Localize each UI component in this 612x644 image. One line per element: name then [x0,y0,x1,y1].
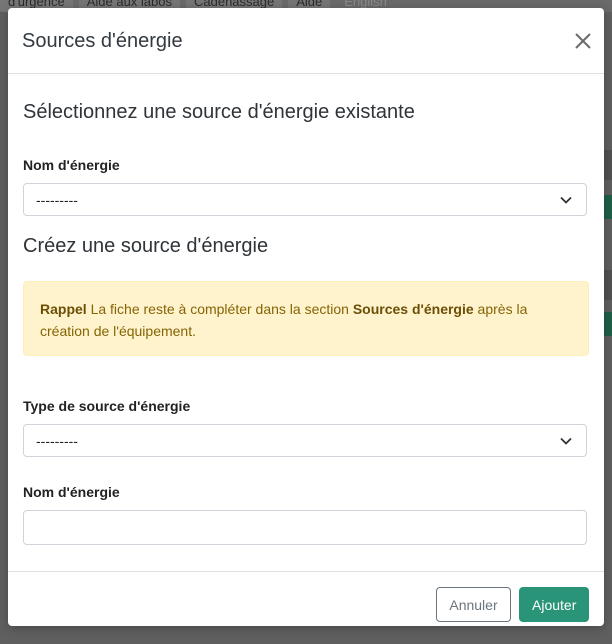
alert-section-name: Sources d'énergie [352,301,474,317]
energy-sources-modal: Sources d'énergie Sélectionnez une sourc… [8,8,604,626]
new-energy-name-input[interactable] [23,510,587,545]
existing-energy-name-select[interactable]: --------- [23,183,587,216]
source-type-select[interactable]: --------- [23,424,587,457]
chevron-down-icon [560,196,572,204]
existing-energy-name-label: Nom d'énergie [23,157,120,173]
source-type-label: Type de source d'énergie [23,398,191,414]
modal-title: Sources d'énergie [22,30,183,52]
close-button[interactable] [574,32,592,50]
alert-text: La fiche reste à compléter dans la secti… [86,301,353,317]
cancel-button[interactable]: Annuler [436,587,511,622]
source-type-value: --------- [36,433,78,449]
chevron-down-icon [560,437,572,445]
new-energy-name-label: Nom d'énergie [23,484,120,500]
modal-header: Sources d'énergie [8,8,604,74]
existing-source-heading: Sélectionnez une source d'énergie exista… [23,101,415,123]
modal-footer: Annuler Ajouter [8,571,604,626]
alert-strong-label: Rappel [40,301,87,317]
reminder-alert: Rappel La fiche reste à compléter dans l… [23,281,589,356]
add-button[interactable]: Ajouter [519,587,589,622]
close-icon [575,33,591,49]
existing-energy-name-value: --------- [36,192,78,208]
create-source-heading: Créez une source d'énergie [23,235,269,257]
